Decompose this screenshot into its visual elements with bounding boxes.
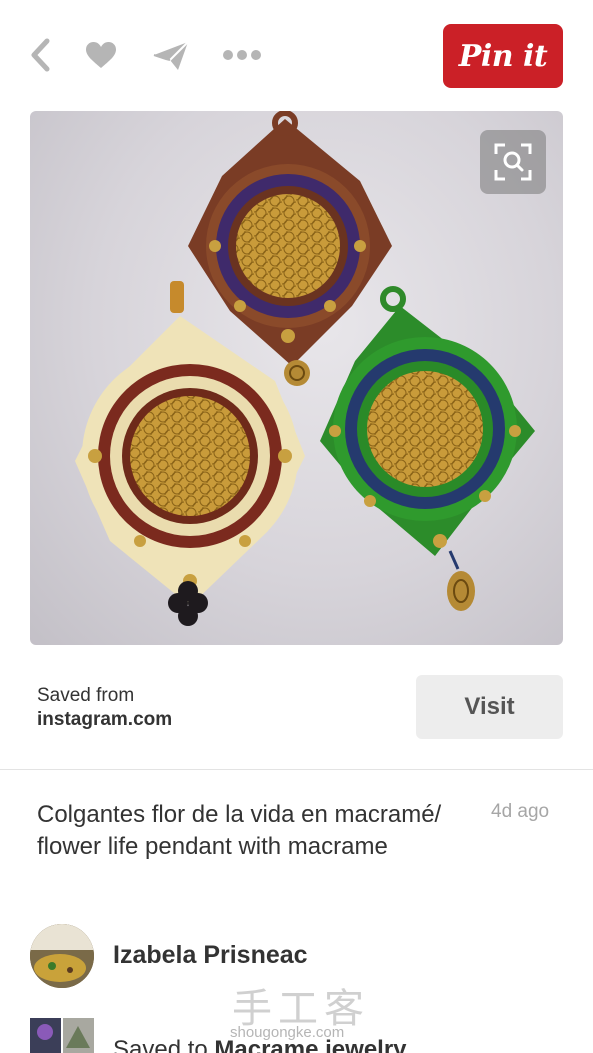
visit-button[interactable]: Visit bbox=[416, 675, 563, 739]
pin-detail-page: Pin it Saved from instagram.com Visit Co… bbox=[0, 0, 593, 1053]
saved-to-prefix: Saved to bbox=[113, 1036, 215, 1053]
pin-it-button[interactable]: Pin it bbox=[443, 24, 563, 88]
pinner-name[interactable]: Izabela Prisneac bbox=[113, 941, 308, 970]
heart-icon[interactable] bbox=[82, 37, 120, 73]
send-icon[interactable] bbox=[150, 37, 192, 75]
board-thumbnail[interactable] bbox=[30, 1018, 94, 1053]
more-icon[interactable] bbox=[220, 42, 264, 68]
pin-toolbar: Pin it bbox=[0, 0, 593, 108]
green-navy-pendant bbox=[320, 286, 535, 611]
watermark-url: shougongke.com bbox=[230, 1024, 345, 1041]
pinner-avatar[interactable] bbox=[30, 924, 94, 988]
zoom-scan-icon[interactable] bbox=[480, 130, 546, 194]
pin-description: Colgantes flor de la vida en macramé/ fl… bbox=[37, 801, 442, 860]
back-icon[interactable] bbox=[22, 36, 58, 74]
source-domain[interactable]: instagram.com bbox=[37, 709, 172, 731]
saved-from-label: Saved from bbox=[37, 685, 135, 706]
pin-age: 4d ago bbox=[491, 801, 550, 822]
divider bbox=[0, 769, 593, 770]
pin-image[interactable] bbox=[30, 111, 563, 645]
